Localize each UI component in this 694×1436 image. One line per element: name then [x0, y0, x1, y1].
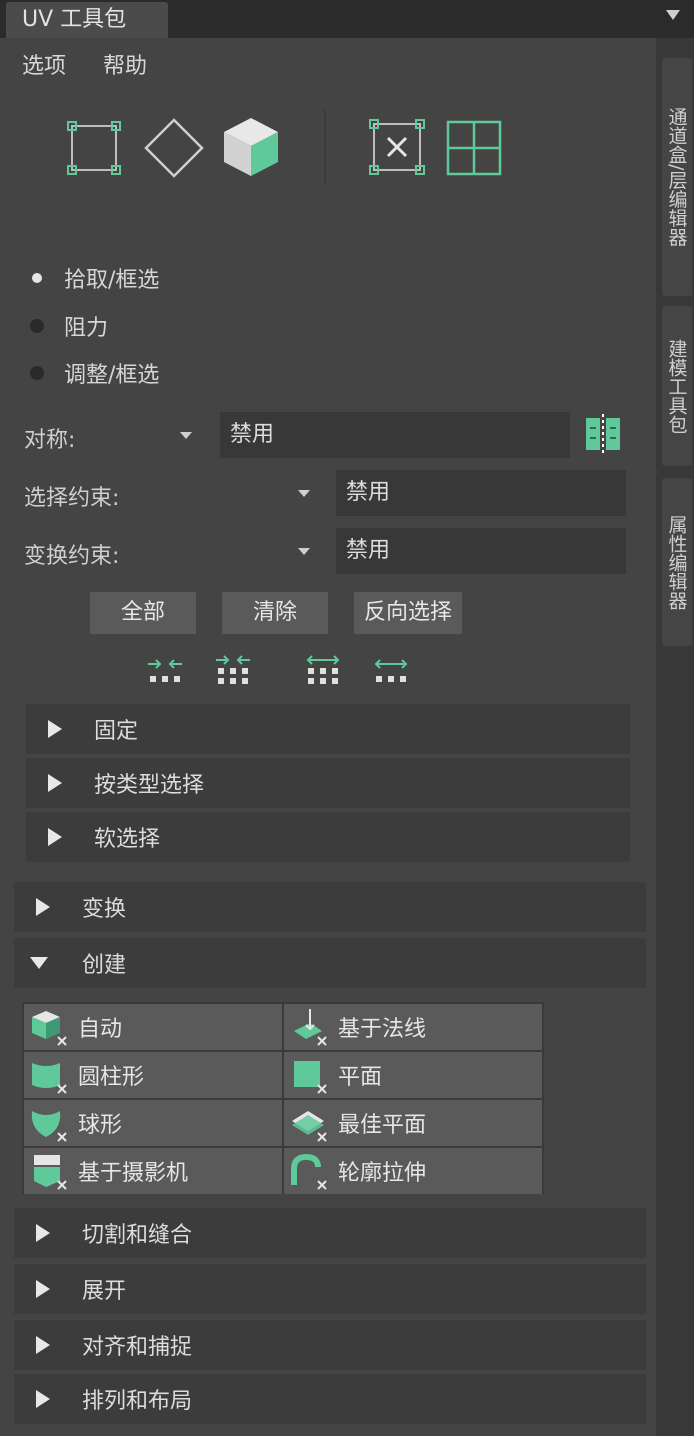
shrink-selection-rows-icon[interactable]	[214, 654, 252, 686]
menu-bar: 选项 帮助	[22, 48, 177, 80]
best-plane-map-icon	[290, 1103, 330, 1143]
transform-constraint-label: 变换约束:	[24, 544, 120, 569]
section-label: 对齐和捕捉	[82, 1335, 193, 1360]
section-arrange-and-layout[interactable]: 排列和布局	[14, 1374, 646, 1424]
symmetry-dropdown[interactable]: 禁用	[220, 412, 570, 458]
expand-arrow-icon	[36, 1336, 50, 1354]
cell-label: 自动	[78, 1017, 123, 1042]
cell-label: 球形	[78, 1113, 123, 1138]
spherical-map-icon	[30, 1103, 70, 1143]
normal-based-map-icon	[290, 1007, 330, 1047]
planar-map-icon	[290, 1055, 330, 1095]
shrink-selection-icon[interactable]	[146, 654, 184, 686]
expand-arrow-icon	[36, 1224, 50, 1242]
radio-tweak-marquee[interactable]: 调整/框选	[30, 358, 159, 388]
select-all-button[interactable]: 全部	[90, 592, 196, 634]
cylindrical-map-icon	[30, 1055, 70, 1095]
radio-unselected-icon	[30, 366, 44, 380]
symmetry-label: 对称:	[24, 428, 76, 453]
collapse-arrow-icon	[30, 957, 48, 969]
section-label: 固定	[94, 719, 139, 744]
radio-drag[interactable]: 阻力	[30, 311, 108, 341]
expand-arrow-icon	[48, 828, 62, 846]
select-constraint-label: 选择约束:	[24, 486, 120, 511]
camera-based-map-icon	[30, 1151, 70, 1191]
camera-based-map-button[interactable]: 基于摄影机	[24, 1148, 282, 1194]
section-select-by-type[interactable]: 按类型选择	[26, 758, 630, 808]
symmetry-dropdown-arrow-icon[interactable]	[180, 432, 192, 439]
section-label: 切割和缝合	[82, 1223, 193, 1248]
section-pin[interactable]: 固定	[26, 704, 630, 754]
modeling-toolkit-tab-label: 建模工具包	[665, 338, 688, 434]
toolbar-divider	[324, 110, 326, 184]
symmetry-pick-icon[interactable]	[584, 414, 622, 454]
grow-selection-rows-icon[interactable]	[304, 654, 342, 686]
section-label: 创建	[82, 953, 127, 978]
section-label: 排列和布局	[82, 1389, 193, 1414]
transform-constraint-dropdown[interactable]: 禁用	[336, 528, 626, 574]
radio-selected-icon	[32, 273, 42, 283]
expand-arrow-icon	[48, 774, 62, 792]
radio-pick-marquee[interactable]: 拾取/框选	[30, 263, 159, 293]
dropdown-arrow-icon[interactable]	[666, 10, 680, 20]
uv-edge-select-icon[interactable]	[140, 114, 208, 182]
cell-label: 最佳平面	[338, 1113, 427, 1138]
channel-box-tab-label: 通道盒/层编辑器	[665, 107, 688, 247]
section-transform[interactable]: 变换	[14, 882, 646, 932]
cell-label: 圆柱形	[78, 1065, 145, 1090]
uv-toolkit-panel: UV 工具包 通道盒/层编辑器 建模工具包 属性编辑器 选项 帮助 拾取/框选 …	[0, 0, 694, 1436]
uv-toolkit-tab[interactable]: UV 工具包	[6, 2, 168, 38]
cell-label: 基于摄影机	[78, 1161, 189, 1186]
expand-arrow-icon	[48, 720, 62, 738]
radio-label: 拾取/框选	[64, 268, 160, 293]
section-create[interactable]: 创建	[14, 938, 646, 988]
create-tools-grid: 自动 基于法线 圆柱形 平面 球形 最佳平面 基于摄影机 轮廓拉伸	[22, 1002, 544, 1194]
contour-stretch-icon	[290, 1151, 330, 1191]
normal-based-map-button[interactable]: 基于法线	[284, 1004, 542, 1050]
section-soft-select[interactable]: 软选择	[26, 812, 630, 862]
section-label: 软选择	[94, 827, 161, 852]
best-plane-map-button[interactable]: 最佳平面	[284, 1100, 542, 1146]
radio-unselected-icon	[30, 319, 44, 333]
attribute-editor-tab[interactable]: 属性编辑器	[662, 478, 692, 646]
radio-label: 调整/框选	[64, 363, 160, 388]
spherical-map-button[interactable]: 球形	[24, 1100, 282, 1146]
cell-label: 基于法线	[338, 1017, 427, 1042]
transform-constraint-dropdown-arrow-icon[interactable]	[298, 548, 310, 555]
uv-select-contained-icon[interactable]	[366, 116, 428, 178]
expand-arrow-icon	[36, 1390, 50, 1408]
planar-map-button[interactable]: 平面	[284, 1052, 542, 1098]
modeling-toolkit-tab[interactable]: 建模工具包	[662, 306, 692, 466]
section-align-and-snap[interactable]: 对齐和捕捉	[14, 1320, 646, 1370]
menu-options[interactable]: 选项	[22, 54, 66, 79]
contour-stretch-button[interactable]: 轮廓拉伸	[284, 1148, 542, 1194]
clear-button[interactable]: 清除	[222, 592, 328, 634]
section-label: 变换	[82, 897, 127, 922]
section-unfold[interactable]: 展开	[14, 1264, 646, 1314]
radio-label: 阻力	[64, 316, 109, 341]
menu-help[interactable]: 帮助	[103, 54, 147, 79]
section-label: 展开	[82, 1279, 127, 1304]
select-constraint-dropdown-arrow-icon[interactable]	[298, 490, 310, 497]
cell-label: 轮廓拉伸	[338, 1161, 427, 1186]
channel-box-tab[interactable]: 通道盒/层编辑器	[662, 58, 692, 296]
invert-selection-button[interactable]: 反向选择	[354, 592, 462, 634]
uv-face-select-icon[interactable]	[218, 112, 284, 182]
cylindrical-map-button[interactable]: 圆柱形	[24, 1052, 282, 1098]
select-constraint-dropdown[interactable]: 禁用	[336, 470, 626, 516]
auto-map-button[interactable]: 自动	[24, 1004, 282, 1050]
expand-arrow-icon	[36, 898, 50, 916]
section-label: 按类型选择	[94, 773, 205, 798]
auto-map-icon	[30, 1007, 70, 1047]
cell-label: 平面	[338, 1065, 383, 1090]
expand-arrow-icon	[36, 1280, 50, 1298]
uv-shell-select-icon[interactable]	[62, 116, 126, 180]
section-cut-and-sew[interactable]: 切割和缝合	[14, 1208, 646, 1258]
attribute-editor-tab-label: 属性编辑器	[665, 514, 688, 610]
uv-grid-view-icon[interactable]	[444, 118, 504, 178]
title-bar: UV 工具包	[0, 0, 694, 38]
grow-selection-icon[interactable]	[372, 654, 410, 686]
